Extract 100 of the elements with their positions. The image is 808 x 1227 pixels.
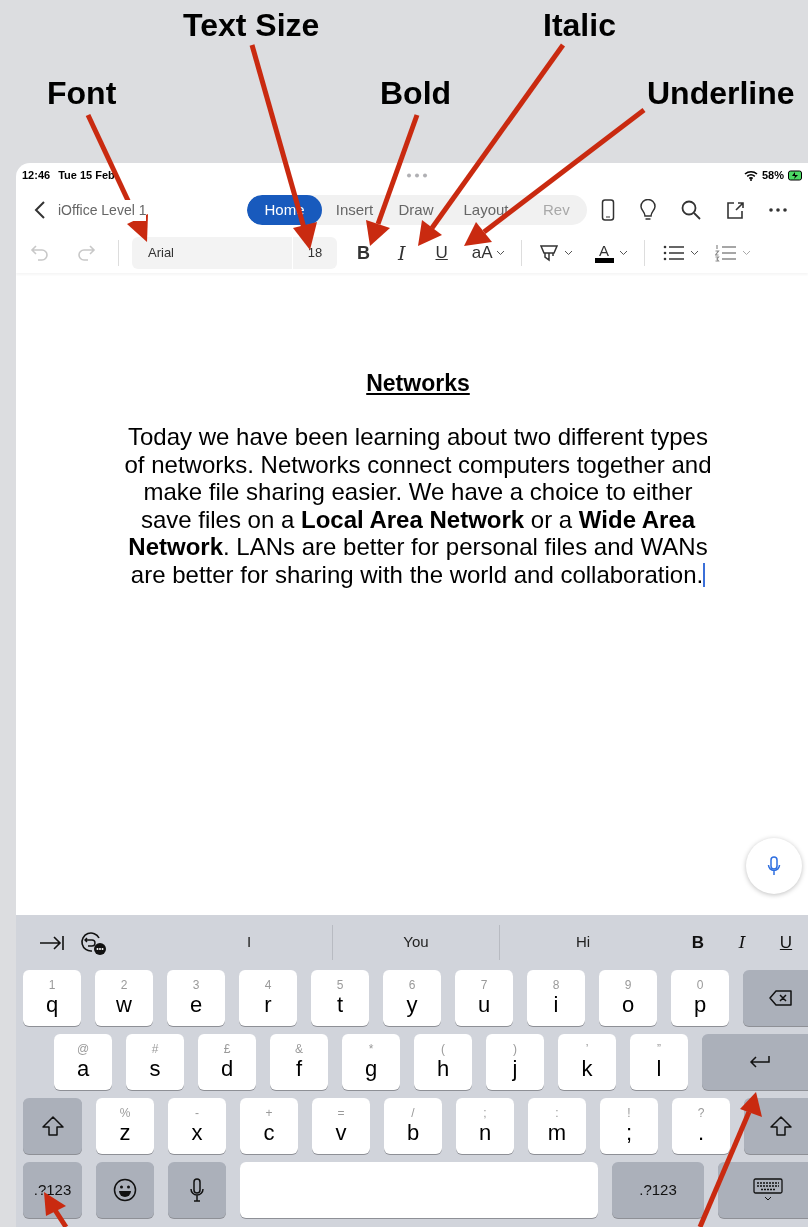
format-button[interactable]: U: [764, 929, 808, 956]
more-icon[interactable]: [769, 208, 787, 212]
key-hint: ’: [585, 1042, 589, 1056]
key[interactable]: @ a: [54, 1034, 112, 1090]
key[interactable]: 6 y: [383, 970, 441, 1026]
key-hint: 3: [192, 978, 200, 992]
search-icon[interactable]: [681, 200, 701, 220]
mode-key[interactable]: .?123: [23, 1162, 82, 1218]
key-letter: y: [406, 992, 418, 1018]
bullet-list-icon[interactable]: [662, 245, 685, 261]
key[interactable]: ? .: [672, 1098, 730, 1154]
caret-icon[interactable]: [563, 250, 573, 256]
key[interactable]: & f: [270, 1034, 328, 1090]
tab-key-icon[interactable]: [39, 933, 65, 952]
shift-key[interactable]: [744, 1098, 808, 1154]
font-color-letter[interactable]: A: [599, 243, 610, 258]
suggestion[interactable]: I: [166, 925, 332, 960]
key-hint: 0: [696, 978, 704, 992]
format-button[interactable]: B: [676, 929, 720, 956]
key-hint: /: [411, 1106, 415, 1120]
key-letter: a: [76, 1056, 90, 1082]
key[interactable]: 2 w: [95, 970, 153, 1026]
dictation-button[interactable]: [746, 838, 802, 894]
key[interactable]: # s: [126, 1034, 184, 1090]
key[interactable]: ’ k: [558, 1034, 616, 1090]
shift-icon: [40, 1115, 65, 1137]
key-hint: :: [555, 1106, 559, 1120]
annotation-label: Bold: [380, 74, 452, 113]
key-hint: &: [295, 1042, 303, 1056]
key[interactable]: * g: [342, 1034, 400, 1090]
key[interactable]: / b: [384, 1098, 442, 1154]
suggestion[interactable]: You: [333, 925, 499, 960]
hide-key[interactable]: [718, 1162, 808, 1218]
annotation-label: Italic: [543, 6, 616, 45]
key-letter: l: [656, 1056, 662, 1082]
caret-icon[interactable]: [689, 250, 699, 256]
key[interactable]: = v: [312, 1098, 370, 1154]
key[interactable]: - x: [168, 1098, 226, 1154]
key-hint: 6: [408, 978, 416, 992]
key[interactable]: ; n: [456, 1098, 514, 1154]
key-hint: 5: [336, 978, 344, 992]
key[interactable]: 1 q: [23, 970, 81, 1026]
dictation-key[interactable]: [168, 1162, 226, 1218]
key[interactable]: £ d: [198, 1034, 256, 1090]
key[interactable]: 8 i: [527, 970, 585, 1026]
key-hint: -: [195, 1106, 199, 1120]
italic-button[interactable]: I: [398, 238, 406, 268]
mode-key[interactable]: .?123: [612, 1162, 704, 1218]
key[interactable]: + c: [240, 1098, 298, 1154]
key[interactable]: ! ;: [600, 1098, 658, 1154]
highlighter-icon[interactable]: [537, 242, 560, 264]
shift-key[interactable]: [23, 1098, 82, 1154]
key[interactable]: 4 r: [239, 970, 297, 1026]
key[interactable]: ) j: [486, 1034, 544, 1090]
return-icon: [748, 1054, 772, 1070]
key[interactable]: ( h: [414, 1034, 472, 1090]
key[interactable]: 0 p: [671, 970, 729, 1026]
suggestion[interactable]: Hi: [500, 925, 666, 960]
emoji-key[interactable]: [96, 1162, 154, 1218]
key-hint: 8: [552, 978, 560, 992]
key-letter: w: [116, 992, 132, 1018]
underline-button[interactable]: U: [435, 240, 448, 266]
lightbulb-icon[interactable]: [639, 199, 657, 221]
key[interactable]: 7 u: [455, 970, 513, 1026]
key-letter: c: [263, 1120, 275, 1146]
key-letter: v: [335, 1120, 347, 1146]
key[interactable]: % z: [96, 1098, 154, 1154]
key-hint: =: [337, 1106, 345, 1120]
key-letter: h: [436, 1056, 450, 1082]
clipboard-undo-icon[interactable]: [79, 929, 107, 956]
key-hint: +: [265, 1106, 273, 1120]
key-letter: t: [336, 992, 344, 1018]
key[interactable]: : m: [528, 1098, 586, 1154]
format-button[interactable]: I: [720, 929, 764, 956]
font-field[interactable]: Arial: [132, 237, 292, 269]
handle-icon[interactable]: [406, 173, 428, 178]
annotation-label: Font: [47, 74, 117, 113]
key-letter: k: [581, 1056, 593, 1082]
key[interactable]: 3 e: [167, 970, 225, 1026]
battery-percent: 58%: [761, 167, 784, 183]
key[interactable]: 5 t: [311, 970, 369, 1026]
caret-icon[interactable]: [618, 250, 628, 256]
key-letter: b: [406, 1120, 420, 1146]
key[interactable]: ” l: [630, 1034, 688, 1090]
backspace-key[interactable]: [743, 970, 808, 1026]
back-icon[interactable]: [34, 200, 46, 220]
key-letter: m: [547, 1120, 567, 1146]
tab[interactable]: Insert: [322, 195, 387, 225]
key-letter: s: [149, 1056, 161, 1082]
key-hint: 2: [120, 978, 128, 992]
key[interactable]: 9 o: [599, 970, 657, 1026]
tab[interactable]: Layout: [445, 195, 527, 225]
key-letter: e: [189, 992, 203, 1018]
share-icon[interactable]: [725, 200, 745, 220]
tab[interactable]: Draw: [387, 195, 445, 225]
key-hint: 7: [480, 978, 488, 992]
bold-button[interactable]: B: [357, 239, 370, 267]
numbered-list-icon[interactable]: [714, 244, 737, 262]
annotation-label: Underline: [647, 74, 795, 113]
phone-icon[interactable]: [601, 199, 615, 221]
